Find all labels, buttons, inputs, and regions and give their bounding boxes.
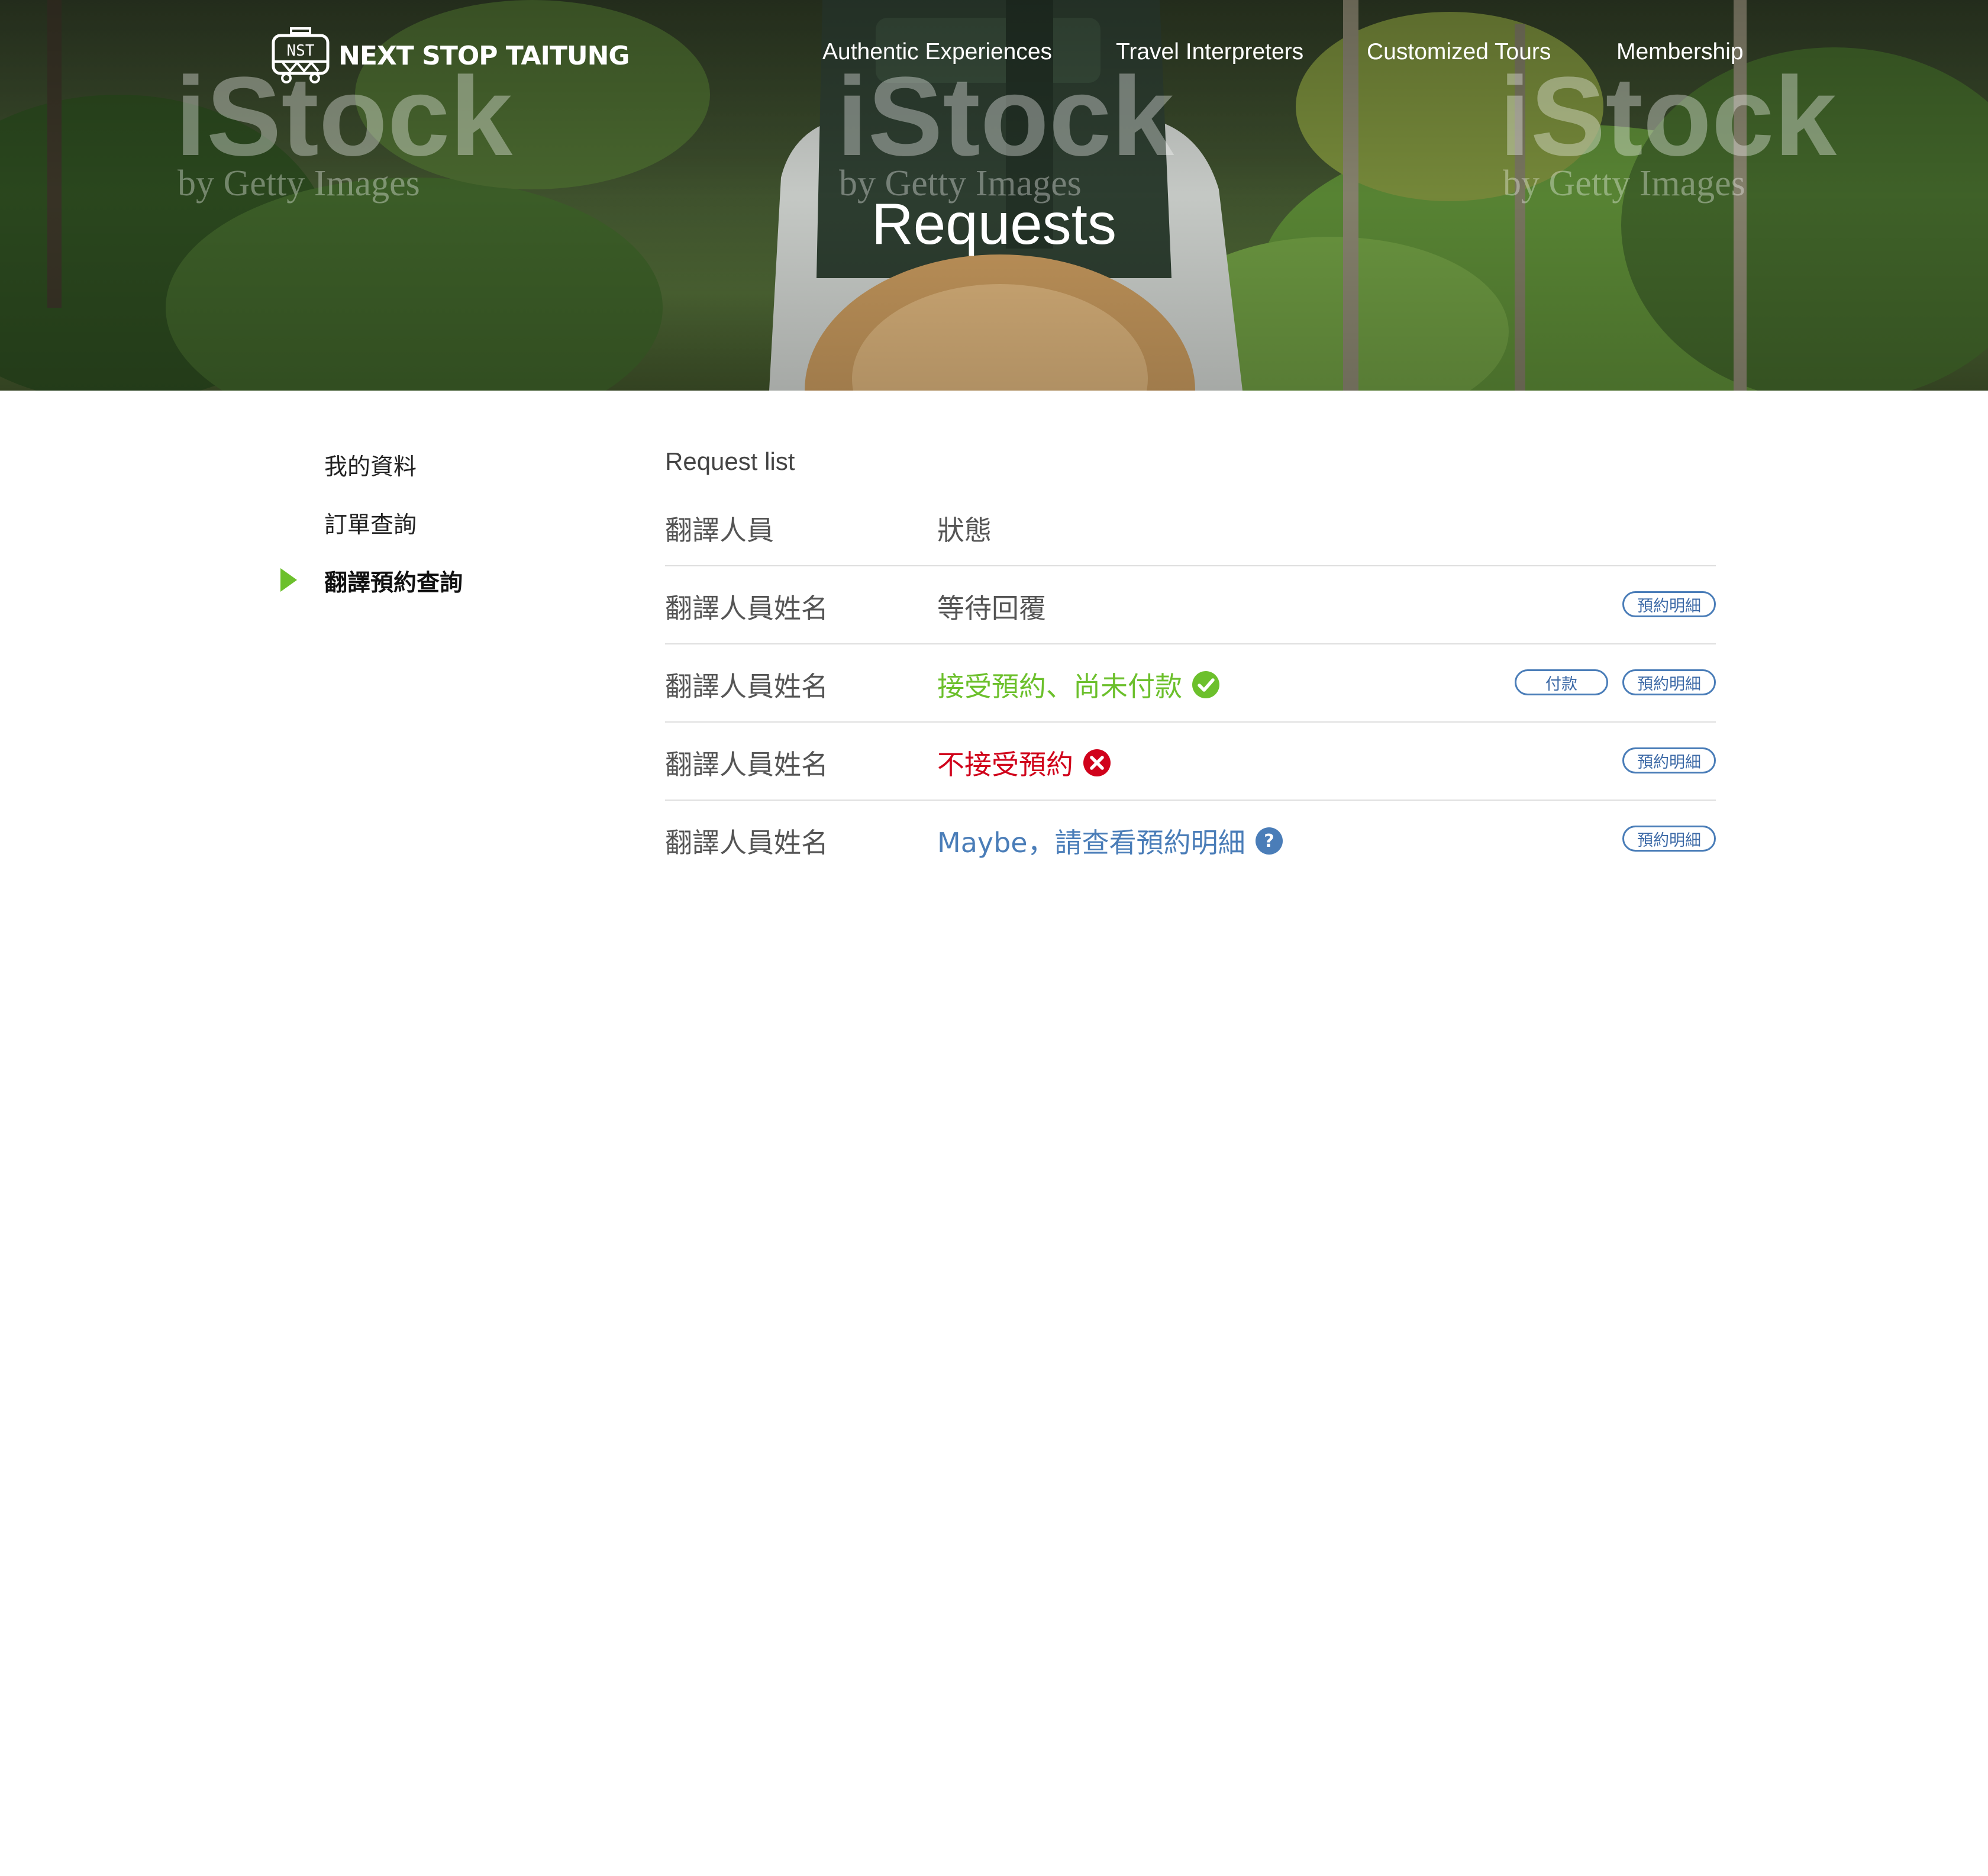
svg-text:?: ?: [1264, 831, 1274, 852]
status-label: 等待回覆: [937, 592, 1046, 624]
main-nav: Authentic Experiences Travel Interpreter…: [0, 39, 1988, 69]
status-text: 不接受預約: [937, 743, 1111, 782]
hero-banner: iStock iStock iStock by Getty Images by …: [0, 0, 1988, 391]
booking-detail-button[interactable]: 預約明細: [1622, 747, 1716, 773]
interpreter-name: 翻譯人員姓名: [665, 671, 828, 702]
divider: [665, 721, 1716, 723]
svg-text:iStock: iStock: [1499, 54, 1837, 179]
sidebar-item-orders[interactable]: 訂單查詢: [324, 507, 417, 540]
nav-customized-tours[interactable]: Customized Tours: [1367, 39, 1551, 65]
svg-text:iStock: iStock: [837, 54, 1174, 179]
check-circle-icon: [1192, 671, 1219, 698]
status-text: Maybe，請查看預約明細 ?: [937, 821, 1283, 860]
list-title: Request list: [665, 447, 795, 475]
status-label: 不接受預約: [937, 749, 1073, 781]
page-title: Requests: [871, 191, 1116, 256]
column-header-status: 狀態: [937, 514, 992, 546]
divider: [665, 565, 1716, 566]
nav-authentic-experiences[interactable]: Authentic Experiences: [822, 39, 1052, 65]
divider: [665, 800, 1716, 801]
sidebar-item-my-profile[interactable]: 我的資料: [324, 449, 417, 482]
status-text: 等待回覆: [937, 587, 1046, 626]
x-circle-icon: [1083, 749, 1111, 776]
nav-membership[interactable]: Membership: [1616, 39, 1744, 65]
active-arrow-icon: [280, 568, 297, 592]
sidebar-item-interpreter-bookings[interactable]: 翻譯預約查詢: [324, 565, 463, 598]
booking-detail-button[interactable]: 預約明細: [1622, 669, 1716, 695]
interpreter-name: 翻譯人員姓名: [665, 827, 828, 859]
nav-travel-interpreters[interactable]: Travel Interpreters: [1116, 39, 1303, 65]
status-label: Maybe，請查看預約明細: [937, 827, 1245, 859]
interpreter-name: 翻譯人員姓名: [665, 749, 828, 781]
interpreter-name: 翻譯人員姓名: [665, 592, 828, 624]
question-circle-icon: ?: [1255, 827, 1283, 855]
booking-detail-button[interactable]: 預約明細: [1622, 591, 1716, 617]
status-label: 接受預約、尚未付款: [937, 671, 1182, 702]
status-text: 接受預約、尚未付款: [937, 665, 1220, 704]
column-header-interpreter: 翻譯人員: [665, 514, 774, 546]
booking-detail-button[interactable]: 預約明細: [1622, 826, 1716, 852]
divider: [665, 643, 1716, 644]
pay-button[interactable]: 付款: [1515, 669, 1608, 695]
